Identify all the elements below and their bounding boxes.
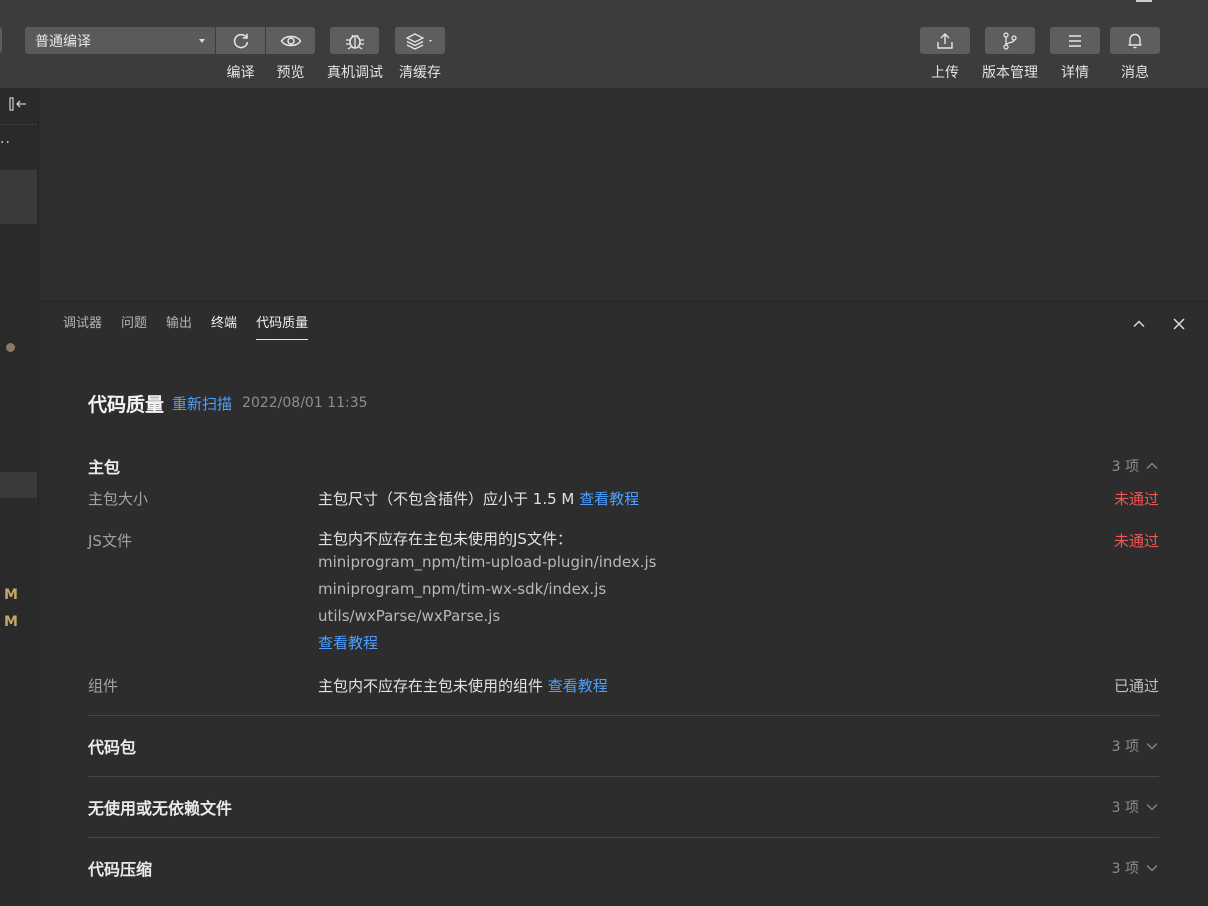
status-badge: 已通过 [1113,677,1159,695]
section-toggle[interactable]: 3 项 [1112,777,1159,837]
version-label: 版本管理 [982,65,1038,81]
top-toolbar: 普通编译 编译 预览 真机调试 清缓存 上传 版本管理 详情 消息 [0,0,1208,88]
editor-area [39,88,1208,301]
file-tree-strip: ·· M M [0,88,39,905]
messages-button[interactable] [1110,27,1160,54]
modified-badge: M [4,614,18,630]
maximize-panel-icon[interactable] [1131,316,1147,332]
branch-icon [1003,31,1017,50]
tab-output[interactable]: 输出 [166,312,192,340]
layers-icon [405,32,432,50]
toolbar-left-button-fragment[interactable] [0,27,2,53]
clear-cache-label: 清缓存 [399,65,441,81]
unsaved-dot-icon [6,343,15,352]
unused-file-item: miniprogram_npm/tim-wx-sdk/index.js [318,580,607,598]
unused-file-item: miniprogram_npm/tim-upload-plugin/index.… [318,553,657,571]
code-quality-report: 代码质量 重新扫描 2022/08/01 11:35 主包 3 项 主包大小 主… [88,385,1159,898]
refresh-icon [233,33,248,48]
upload-button[interactable] [920,27,970,54]
status-badge: 未通过 [1113,490,1159,508]
tutorial-link[interactable]: 查看教程 [318,630,1159,657]
bell-icon [1128,33,1142,48]
check-description: 主包尺寸（不包含插件）应小于 1.5 M 查看教程 [318,488,1159,530]
section-title: 代码包 [88,738,137,757]
chevron-down-icon [1146,804,1158,811]
clear-cache-button[interactable] [395,27,445,54]
check-row-package-size: 主包大小 主包尺寸（不包含插件）应小于 1.5 M 查看教程 未通过 [88,488,1159,530]
preview-button[interactable] [266,27,315,54]
compile-label: 编译 [226,65,255,81]
collapse-sidebar-icon[interactable] [9,96,29,112]
section-code-package: 代码包 3 项 [88,716,1159,776]
section-count: 3 项 [1111,739,1139,755]
check-desc-text: 主包内不应存在主包未使用的组件 [318,677,544,695]
check-row-components: 组件 主包内不应存在主包未使用的组件 查看教程 已通过 [88,675,1159,715]
device-debug-button[interactable] [330,27,379,54]
compile-mode-select[interactable]: 普通编译 [25,27,215,54]
tutorial-link[interactable]: 查看教程 [548,677,608,695]
chevron-down-icon [1146,865,1158,872]
tab-code-quality[interactable]: 代码质量 [256,312,309,340]
modified-badge: M [4,587,18,603]
section-title: 主包 [88,458,121,477]
check-description: 主包内不应存在主包未使用的组件 查看教程 [318,675,1159,715]
upload-icon [937,32,953,49]
section-count: 3 项 [1111,800,1139,816]
tab-debugger[interactable]: 调试器 [63,312,102,340]
section-code-compression: 代码压缩 3 项 [88,838,1159,898]
tutorial-link[interactable]: 查看教程 [579,490,639,508]
details-button[interactable] [1050,27,1100,54]
check-label: JS文件 [88,532,132,550]
check-desc-text: 主包内不应存在主包未使用的JS文件： [318,530,572,548]
section-count: 3 项 [1111,861,1139,877]
tab-terminal[interactable]: 终端 [211,312,237,340]
device-debug-label: 真机调试 [327,65,383,81]
version-button[interactable] [985,27,1035,54]
tab-problems[interactable]: 问题 [121,312,147,340]
close-panel-icon[interactable] [1171,316,1187,332]
check-row-js-files: JS文件 主包内不应存在主包未使用的JS文件： miniprogram_npm/… [88,530,1159,675]
bug-icon [345,34,364,50]
page-title: 代码质量 [88,393,165,416]
section-title: 代码压缩 [88,860,153,879]
compile-button[interactable] [216,27,265,54]
section-toggle[interactable]: 3 项 [1112,838,1159,898]
unused-file-item: utils/wxParse/wxParse.js [318,607,501,625]
report-heading: 代码质量 重新扫描 2022/08/01 11:35 [88,385,1159,421]
scan-timestamp: 2022/08/01 11:35 [242,395,368,411]
more-options-icon[interactable]: ·· [0,135,11,151]
panel-tabs: 调试器 问题 输出 终端 代码质量 [63,312,327,340]
check-description: 主包内不应存在主包未使用的JS文件： miniprogram_npm/tim-u… [318,530,1159,675]
section-toggle[interactable]: 3 项 [1112,444,1159,488]
check-label: 组件 [88,677,119,695]
section-unused-files: 无使用或无依赖文件 3 项 [88,777,1159,837]
status-badge: 未通过 [1113,532,1159,550]
chevron-up-icon [1146,462,1158,469]
eye-icon [280,35,301,46]
chevron-down-icon [1146,743,1158,750]
upload-label: 上传 [931,65,959,81]
strip-divider [0,124,37,125]
menu-icon [1069,34,1081,47]
compile-mode-value: 普通编译 [35,33,91,50]
details-label: 详情 [1061,65,1089,81]
messages-label: 消息 [1121,65,1149,81]
check-desc-text: 主包尺寸（不包含插件）应小于 1.5 M [318,490,575,508]
preview-label: 预览 [276,65,305,81]
window-control-fragment[interactable] [1136,0,1152,2]
highlighted-tree-row[interactable] [0,472,37,498]
check-label: 主包大小 [88,490,149,508]
rescan-link[interactable]: 重新扫描 [172,393,232,414]
selected-tree-row[interactable] [0,170,37,224]
section-title: 无使用或无依赖文件 [88,799,233,818]
chevron-down-icon [199,38,205,43]
bottom-panel: 调试器 问题 输出 终端 代码质量 代码质量 重新扫描 2022/08/01 1… [39,301,1208,906]
section-toggle[interactable]: 3 项 [1112,716,1159,776]
section-main-package: 主包 3 项 [88,444,1159,488]
section-count: 3 项 [1111,459,1139,475]
